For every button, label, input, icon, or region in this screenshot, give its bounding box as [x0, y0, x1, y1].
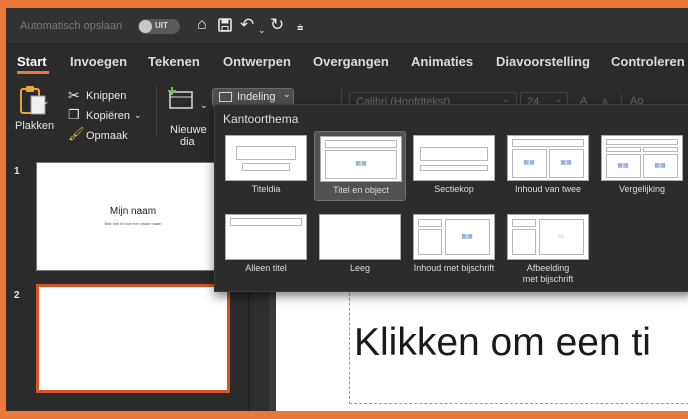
layout-label: Leeg	[349, 263, 371, 273]
content-icons: ▦▦	[617, 163, 629, 169]
content-icons: ▦▦	[654, 163, 666, 169]
content-icons: ▦▦	[355, 161, 367, 167]
slide-1-title: Mijn naam	[109, 206, 157, 217]
layout-thumbnail	[413, 135, 495, 181]
new-slide-label-line2[interactable]: dia	[180, 136, 195, 148]
picture-icon: ▭	[558, 234, 564, 240]
window-frame: Automatisch opslaan UIT ⌂ ↶ ⌄ ↻ ⩧ Start …	[0, 0, 688, 419]
content-icons: ▦▦	[560, 160, 572, 166]
layout-inhoud-met-bijschrift[interactable]: ▦▦ Inhoud met bijschrift	[408, 210, 500, 280]
layout-label: Sectiekop	[434, 184, 474, 194]
layout-thumbnail: ▦▦ ▦▦	[507, 135, 589, 181]
layout-leeg[interactable]: Leeg	[314, 210, 406, 280]
content-icons: ▦▦	[461, 234, 473, 240]
tab-ontwerpen[interactable]: Ontwerpen	[223, 54, 291, 69]
tab-overgangen[interactable]: Overgangen	[313, 54, 389, 69]
tab-start[interactable]: Start	[17, 54, 47, 69]
layout-gallery-popup: Kantoorthema Titeldia ▦▦ Titel en object…	[214, 104, 688, 292]
new-slide-dropdown-icon[interactable]: ⌄	[200, 100, 208, 111]
redo-icon[interactable]: ↻	[270, 16, 284, 34]
layout-label: Titeldia	[251, 184, 281, 194]
slide-thumbnail-panel: 1 Mijn naam Wat heb ik toch een leuke na…	[6, 160, 249, 411]
layout-thumbnail	[319, 214, 401, 260]
autosave-toggle[interactable]: UIT	[138, 19, 180, 34]
autosave-state: UIT	[155, 21, 168, 30]
format-painter-label[interactable]: Opmaak	[86, 130, 128, 142]
paste-label[interactable]: Plakken	[15, 120, 54, 132]
customize-icon[interactable]: ⩧	[297, 19, 303, 37]
title-placeholder[interactable]: Klikken om een ti	[349, 288, 688, 404]
layout-label: Vergelijking	[618, 184, 666, 194]
undo-dropdown-icon[interactable]: ⌄	[258, 21, 266, 39]
tab-controleren[interactable]: Controleren	[611, 54, 685, 69]
powerpoint-window: Automatisch opslaan UIT ⌂ ↶ ⌄ ↻ ⩧ Start …	[6, 8, 688, 411]
slide-1-subtitle: Wat heb ik toch een leuke naam	[104, 221, 162, 226]
layout-thumbnail	[225, 214, 307, 260]
layout-alleen-titel[interactable]: Alleen titel	[220, 210, 312, 280]
paste-dropdown-icon[interactable]: ⌄	[42, 96, 50, 107]
new-slide-label-line1[interactable]: Nieuwe	[170, 124, 207, 136]
layout-titeldia[interactable]: Titeldia	[220, 131, 312, 201]
home-icon[interactable]: ⌂	[197, 16, 207, 34]
title-placeholder-text: Klikken om een ti	[354, 321, 651, 364]
tab-invoegen[interactable]: Invoegen	[70, 54, 127, 69]
scissors-icon[interactable]: ✂	[68, 87, 80, 104]
slide-thumbnail-2[interactable]	[36, 284, 230, 393]
cut-label[interactable]: Knippen	[86, 90, 126, 102]
content-icons: ▦▦	[523, 160, 535, 166]
layout-thumbnail	[225, 135, 307, 181]
save-icon[interactable]	[218, 16, 232, 37]
slide-number: 1	[14, 166, 20, 177]
copy-label[interactable]: Kopiëren	[86, 110, 130, 122]
autosave-knob	[139, 20, 152, 33]
layout-label: Titel en object	[333, 185, 389, 195]
tab-animaties[interactable]: Animaties	[411, 54, 473, 69]
layout-label-line2: met bijschrift	[522, 274, 574, 284]
layout-label: Indeling	[237, 91, 276, 103]
layout-sectiekop[interactable]: Sectiekop	[408, 131, 500, 201]
layout-thumbnail: ▦▦	[413, 214, 495, 260]
layout-inhoud-van-twee[interactable]: ▦▦ ▦▦ Inhoud van twee	[502, 131, 594, 201]
slide-number: 2	[14, 290, 20, 301]
layout-thumbnail: ▭	[507, 214, 589, 260]
layout-label-line1: Afbeelding	[526, 263, 570, 273]
layout-label: Inhoud met bijschrift	[413, 263, 495, 273]
ribbon-tabs: Start Invoegen Tekenen Ontwerpen Overgan…	[6, 44, 688, 74]
tab-tekenen[interactable]: Tekenen	[148, 54, 200, 69]
slide-thumbnail-1[interactable]: Mijn naam Wat heb ik toch een leuke naam	[36, 162, 230, 271]
layout-titel-en-object[interactable]: ▦▦ Titel en object	[314, 131, 406, 201]
layout-afbeelding-met-bijschrift[interactable]: ▭ Afbeelding met bijschrift	[502, 210, 594, 290]
ribbon-separator	[156, 86, 157, 136]
copy-icon[interactable]: ❐	[68, 107, 80, 123]
tab-diavoorstelling[interactable]: Diavoorstelling	[496, 54, 590, 69]
layout-vergelijking[interactable]: ▦▦ ▦▦ Vergelijking	[596, 131, 688, 201]
layout-dropdown-icon: ⌄	[283, 89, 291, 99]
layout-icon	[219, 92, 232, 102]
layout-label: Alleen titel	[245, 263, 287, 273]
layout-gallery-heading: Kantoorthema	[223, 112, 299, 126]
layout-thumbnail: ▦▦	[320, 136, 402, 182]
undo-icon[interactable]: ↶	[240, 16, 254, 34]
layout-thumbnail: ▦▦ ▦▦	[601, 135, 683, 181]
copy-dropdown-icon[interactable]: ⌄	[134, 110, 142, 121]
autosave-label: Automatisch opslaan	[20, 20, 123, 32]
new-slide-icon[interactable]	[166, 86, 196, 117]
title-bar: Automatisch opslaan UIT ⌂ ↶ ⌄ ↻ ⩧	[6, 8, 688, 44]
format-painter-icon[interactable]: 🖌	[68, 126, 85, 142]
layout-label: Inhoud van twee	[514, 184, 582, 194]
